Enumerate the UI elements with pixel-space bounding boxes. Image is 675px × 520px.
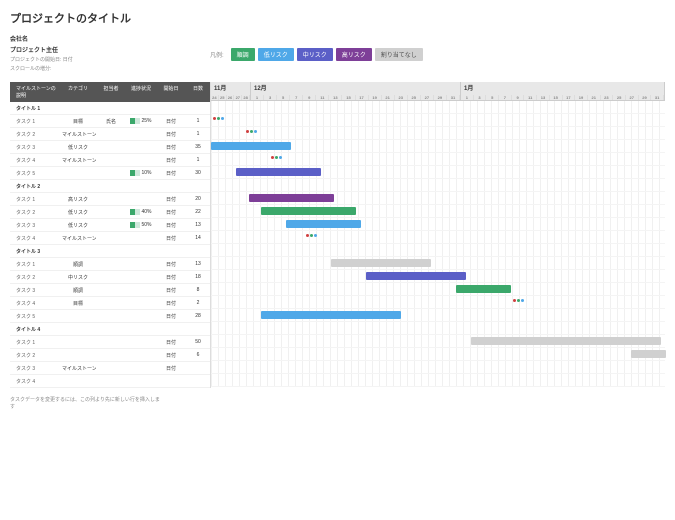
legend-label: 凡例: [210, 50, 224, 59]
project-meta: 会社名 プロジェクト主任 プロジェクトの開始日: 日付 スクロールの増分: [10, 34, 190, 74]
month-dec: 12月 135791113151719212325272931 [251, 82, 461, 100]
table-row[interactable]: タスク 1目標氏名25%日付1 [10, 115, 210, 128]
gantt-bar[interactable] [236, 168, 321, 176]
gantt-row [211, 101, 665, 114]
gantt-bar[interactable] [249, 194, 334, 202]
table-row[interactable]: タイトル 4 [10, 323, 210, 336]
task-table: マイルストーンの説明 カテゴリ 担当者 進捗状況 開始日 日数 タイトル 1タス… [10, 82, 210, 388]
legend-on-track: 順調 [231, 48, 255, 61]
table-row[interactable]: タスク 2日付6 [10, 349, 210, 362]
legend: 凡例: 順調 低リスク 中リスク 高リスク 割り当てなし [210, 34, 423, 74]
table-row[interactable]: タスク 1順調日付13 [10, 258, 210, 271]
col-assignee: 担当者 [96, 82, 126, 102]
col-progress: 進捗状況 [126, 82, 156, 102]
table-row[interactable]: タイトル 1 [10, 102, 210, 115]
gantt-bar[interactable] [366, 272, 466, 280]
gantt-row [211, 257, 665, 270]
table-row[interactable]: タスク 2マイルストーン日付1 [10, 128, 210, 141]
gantt-bar[interactable] [471, 337, 661, 345]
table-row[interactable]: タスク 3マイルストーン日付 [10, 362, 210, 375]
gantt-row [211, 283, 665, 296]
table-row[interactable]: タスク 3順調日付8 [10, 284, 210, 297]
timeline-header: 11月 2425262728 12月 135791113151719212325… [211, 82, 665, 101]
legend-med-risk: 中リスク [297, 48, 333, 61]
project-lead: プロジェクト主任 [10, 45, 190, 54]
page-title: プロジェクトのタイトル [10, 10, 665, 26]
col-start: 開始日 [156, 82, 186, 102]
milestone-marker [306, 234, 317, 237]
gantt-row [211, 374, 665, 387]
month-nov: 11月 2425262728 [211, 82, 251, 100]
table-row[interactable]: タスク 2低リスク40%日付22 [10, 206, 210, 219]
gantt-row [211, 309, 665, 322]
gantt-bar[interactable] [456, 285, 511, 293]
gantt-row [211, 348, 665, 361]
table-row[interactable]: タスク 2中リスク日付18 [10, 271, 210, 284]
gantt-row [211, 244, 665, 257]
gantt-row [211, 270, 665, 283]
table-row[interactable]: タスク 3低リスク50%日付13 [10, 219, 210, 232]
col-category: カテゴリ [60, 82, 96, 102]
gantt-row [211, 361, 665, 374]
gantt-row [211, 335, 665, 348]
gantt-chart: 11月 2425262728 12月 135791113151719212325… [210, 82, 665, 388]
gantt-bar[interactable] [631, 350, 666, 358]
company-name: 会社名 [10, 34, 190, 43]
gantt-row [211, 192, 665, 205]
table-row[interactable]: タスク 5日付28 [10, 310, 210, 323]
gantt-row [211, 322, 665, 335]
gantt-row [211, 153, 665, 166]
gantt-row [211, 296, 665, 309]
gantt-row [211, 127, 665, 140]
milestone-marker [513, 299, 524, 302]
gantt-row [211, 166, 665, 179]
gantt-bar[interactable] [261, 311, 401, 319]
milestone-marker [213, 117, 224, 120]
gantt-row [211, 179, 665, 192]
col-days: 日数 [186, 82, 210, 102]
table-row[interactable]: タイトル 3 [10, 245, 210, 258]
table-row[interactable]: タスク 1高リスク日付20 [10, 193, 210, 206]
table-row[interactable]: タスク 3低リスク日付35 [10, 141, 210, 154]
gantt-bar[interactable] [331, 259, 431, 267]
table-row[interactable]: タスク 4マイルストーン日付14 [10, 232, 210, 245]
footnote: タスクデータを変更するには、この列より先に新しい行を挿入します [10, 396, 160, 410]
scroll-increment: スクロールの増分: [10, 65, 190, 72]
table-header: マイルストーンの説明 カテゴリ 担当者 進捗状況 開始日 日数 [10, 82, 210, 102]
legend-unassigned: 割り当てなし [375, 48, 423, 61]
table-row[interactable]: タスク 510%日付30 [10, 167, 210, 180]
table-row[interactable]: タスク 4 [10, 375, 210, 388]
milestone-marker [271, 156, 282, 159]
gantt-row [211, 114, 665, 127]
legend-high-risk: 高リスク [336, 48, 372, 61]
gantt-row [211, 205, 665, 218]
start-date: プロジェクトの開始日: 日付 [10, 56, 190, 63]
milestone-marker [246, 130, 257, 133]
month-jan: 1月 135791113151719212325272931 [461, 82, 665, 100]
table-row[interactable]: タスク 4目標日付2 [10, 297, 210, 310]
gantt-row [211, 231, 665, 244]
gantt-bar[interactable] [211, 142, 291, 150]
legend-low-risk: 低リスク [258, 48, 294, 61]
gantt-row [211, 140, 665, 153]
col-milestone: マイルストーンの説明 [10, 82, 60, 102]
gantt-row [211, 218, 665, 231]
table-row[interactable]: タイトル 2 [10, 180, 210, 193]
table-row[interactable]: タスク 1日付50 [10, 336, 210, 349]
gantt-bar[interactable] [286, 220, 361, 228]
table-row[interactable]: タスク 4マイルストーン日付1 [10, 154, 210, 167]
gantt-bar[interactable] [261, 207, 356, 215]
